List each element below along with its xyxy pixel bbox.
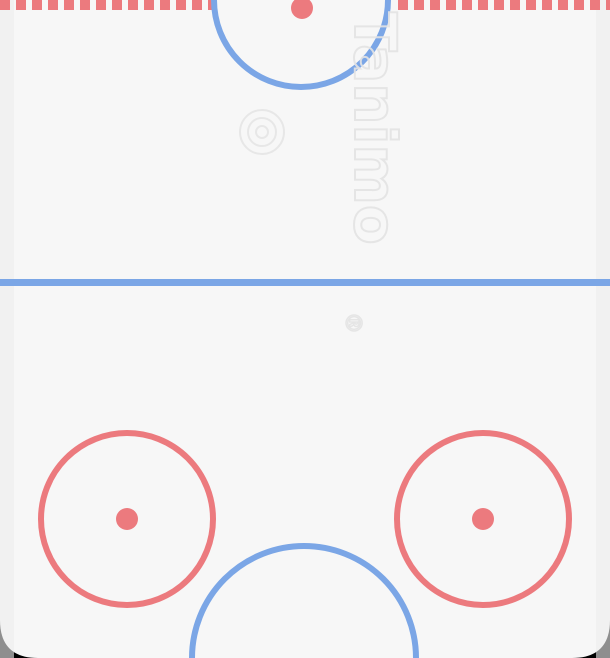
ice-shade-right <box>596 0 610 658</box>
faceoff-dot-left <box>116 508 138 530</box>
watermark-text: Tanimo <box>341 12 409 245</box>
watermark-registered-mark: ® <box>340 312 365 334</box>
ice-surface[interactable] <box>0 0 610 658</box>
ice-shade-left <box>0 0 14 658</box>
rink-frame: Tanimo ® <box>0 0 610 658</box>
faceoff-dot-right <box>472 508 494 530</box>
center-blue-line <box>0 279 610 286</box>
rink-surface[interactable]: Tanimo ® <box>0 0 610 658</box>
